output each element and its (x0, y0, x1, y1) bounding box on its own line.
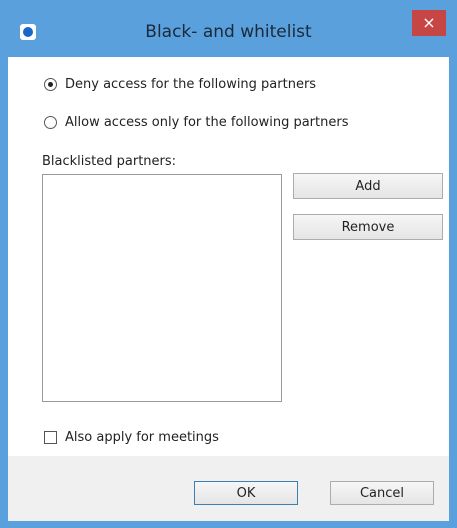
ok-button[interactable]: OK (194, 481, 298, 505)
close-button[interactable]: × (412, 10, 446, 36)
deny-access-label: Deny access for the following partners (65, 77, 317, 92)
apply-meetings-label: Also apply for meetings (65, 430, 219, 445)
allow-access-radio[interactable] (44, 116, 57, 129)
dialog-window: Black- and whitelist × Deny access for t… (0, 0, 457, 528)
deny-access-radio[interactable] (44, 78, 57, 91)
deny-access-option[interactable]: Deny access for the following partners (44, 77, 316, 92)
apply-meetings-checkbox[interactable] (44, 431, 57, 444)
remove-button[interactable]: Remove (293, 214, 443, 240)
allow-access-option[interactable]: Allow access only for the following part… (44, 115, 348, 130)
title-bar[interactable]: Black- and whitelist × (0, 0, 457, 57)
window-title: Black- and whitelist (145, 22, 312, 42)
blacklisted-partners-list[interactable] (42, 174, 282, 402)
add-button[interactable]: Add (293, 173, 443, 199)
allow-access-label: Allow access only for the following part… (65, 115, 349, 130)
apply-meetings-option[interactable]: Also apply for meetings (44, 430, 219, 445)
blacklisted-partners-label: Blacklisted partners: (42, 154, 177, 169)
cancel-button[interactable]: Cancel (330, 481, 434, 505)
